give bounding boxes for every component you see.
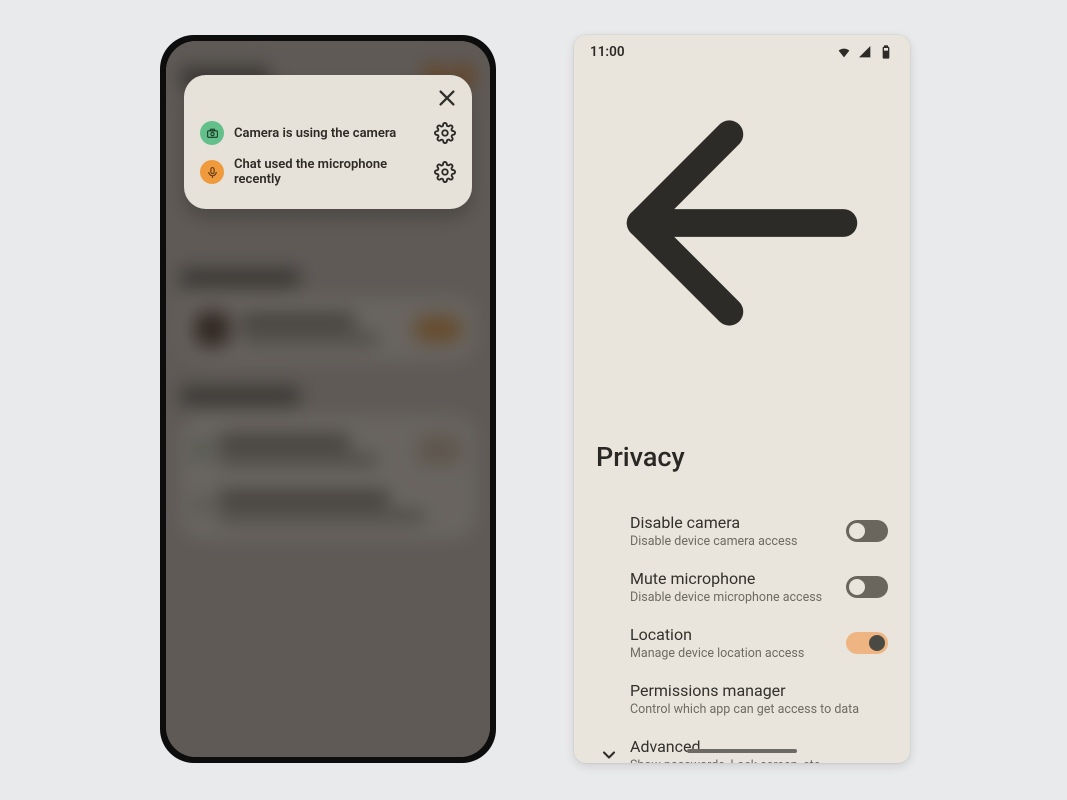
- setting-location[interactable]: Location Manage device location access: [574, 615, 910, 671]
- gear-icon[interactable]: [434, 161, 456, 183]
- microphone-icon: [200, 160, 224, 184]
- setting-permissions-manager[interactable]: Permissions manager Control which app ca…: [574, 671, 910, 727]
- phone-mockup-privacy-settings: 11:00 Privacy Disable camera Disable dev…: [574, 35, 910, 763]
- settings-list: Disable camera Disable device camera acc…: [574, 489, 910, 763]
- chevron-down-icon: [596, 745, 622, 763]
- indicator-text: Camera is using the camera: [234, 126, 424, 141]
- phone-screen: Camera is using the camera Chat used the…: [166, 41, 490, 757]
- phone-mockup-permissions-popup: Camera is using the camera Chat used the…: [160, 35, 496, 763]
- status-time: 11:00: [590, 44, 625, 60]
- setting-subtitle: Control which app can get access to data: [630, 702, 876, 717]
- indicator-text: Chat used the microphone recently: [234, 157, 424, 187]
- setting-title: Permissions manager: [630, 681, 876, 700]
- setting-subtitle: Disable device camera access: [630, 534, 834, 549]
- camera-icon: [200, 121, 224, 145]
- gesture-nav-bar[interactable]: [687, 749, 797, 753]
- wifi-icon: [836, 44, 852, 60]
- close-icon[interactable]: [436, 87, 458, 109]
- toggle-disable-camera[interactable]: [846, 520, 888, 542]
- battery-icon: [878, 44, 894, 60]
- setting-subtitle: Disable device microphone access: [630, 590, 834, 605]
- setting-title: Mute microphone: [630, 569, 834, 588]
- indicator-row-camera[interactable]: Camera is using the camera: [198, 115, 458, 151]
- setting-title: Disable camera: [630, 513, 834, 532]
- setting-title: Advanced: [630, 737, 876, 756]
- toggle-mute-microphone[interactable]: [846, 576, 888, 598]
- indicator-row-microphone[interactable]: Chat used the microphone recently: [198, 151, 458, 193]
- page-title: Privacy: [574, 379, 910, 489]
- cellular-icon: [857, 44, 873, 60]
- setting-subtitle: Show passwords, Lock screen, etc.: [630, 758, 876, 763]
- gear-icon[interactable]: [434, 122, 456, 144]
- privacy-indicators-popup: Camera is using the camera Chat used the…: [184, 75, 472, 209]
- setting-mute-microphone[interactable]: Mute microphone Disable device microphon…: [574, 559, 910, 615]
- status-icons: [836, 44, 894, 60]
- status-bar: 11:00: [574, 35, 910, 69]
- setting-title: Location: [630, 625, 834, 644]
- toggle-location[interactable]: [846, 632, 888, 654]
- setting-disable-camera[interactable]: Disable camera Disable device camera acc…: [574, 503, 910, 559]
- setting-advanced[interactable]: Advanced Show passwords, Lock screen, et…: [574, 727, 910, 763]
- back-icon[interactable]: [590, 360, 894, 379]
- setting-subtitle: Manage device location access: [630, 646, 834, 661]
